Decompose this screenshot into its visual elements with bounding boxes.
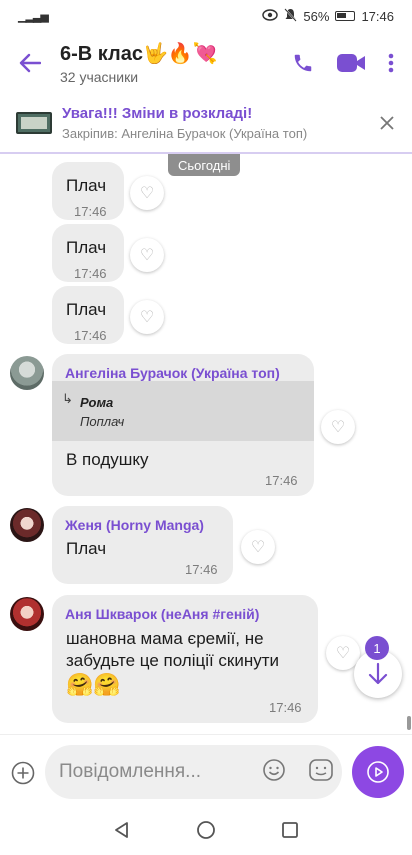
pinned-title: Увага!!! Зміни в розкладі! xyxy=(62,105,253,122)
video-call-button[interactable] xyxy=(336,52,366,74)
composer-bar xyxy=(0,734,412,810)
heart-icon: ♡ xyxy=(139,247,155,264)
avatar[interactable] xyxy=(10,356,44,390)
phone-call-button[interactable] xyxy=(292,52,314,74)
message-time: 17:46 xyxy=(185,562,218,577)
unread-count-badge: 1 xyxy=(365,636,389,660)
sticker-icon xyxy=(309,758,333,781)
kebab-menu-icon xyxy=(388,53,394,73)
like-button[interactable]: ♡ xyxy=(130,238,164,272)
close-pinned-button[interactable] xyxy=(362,110,412,136)
avatar[interactable] xyxy=(10,508,44,542)
message-emoji: 🤗🤗 xyxy=(66,672,121,697)
status-bar: ▁▂▃▅ 56% 17:46 xyxy=(0,0,412,32)
sticker-button[interactable] xyxy=(308,758,334,787)
phone-icon xyxy=(294,54,312,72)
mute-bell-icon xyxy=(284,7,298,25)
like-button[interactable]: ♡ xyxy=(130,300,164,334)
nav-back-button[interactable] xyxy=(113,821,131,844)
message-list[interactable]: Плач 17:46 ♡ Плач 17:46 ♡ Плач 17:46 ♡ А… xyxy=(0,154,412,734)
chat-header: 6-В клас🤟🔥💘 32 учасники xyxy=(0,32,412,94)
date-separator: Сьогодні xyxy=(168,154,241,176)
reply-arrow-icon: ↳ xyxy=(62,391,73,406)
message-time: 17:46 xyxy=(74,204,107,219)
heart-icon: ♡ xyxy=(335,645,351,662)
heart-icon: ♡ xyxy=(250,539,266,556)
circle-home-icon xyxy=(197,821,215,839)
quote-author: Рома xyxy=(80,395,114,410)
message-input[interactable] xyxy=(59,761,239,783)
scrollbar[interactable] xyxy=(407,716,411,730)
like-button[interactable]: ♡ xyxy=(130,176,164,210)
close-icon xyxy=(380,116,394,130)
message-text: Плач xyxy=(66,176,107,195)
message-text: В подушку xyxy=(66,450,149,469)
emoji-button[interactable] xyxy=(262,758,286,787)
message-text: шановна мама єремії, не забудьте це полі… xyxy=(66,629,280,670)
member-count: 32 учасники xyxy=(60,69,139,85)
arrow-left-icon xyxy=(19,53,41,73)
quoted-message[interactable]: ↳ Рома Поплач xyxy=(52,381,314,441)
more-options-button[interactable] xyxy=(388,53,394,73)
message-bubble[interactable]: Плач 17:46 xyxy=(52,162,124,220)
message-time: 17:46 xyxy=(265,473,298,488)
message-bubble[interactable]: Плач 17:46 xyxy=(52,224,124,282)
attach-button[interactable] xyxy=(0,761,46,785)
sender-name[interactable]: Аня Шкварок (неАня #геній) xyxy=(65,606,259,622)
clock: 17:46 xyxy=(361,8,394,24)
heart-icon: ♡ xyxy=(139,185,155,202)
chat-title: 6-В клас🤟🔥💘 xyxy=(60,43,218,65)
eye-icon xyxy=(262,8,279,24)
smiley-icon xyxy=(263,758,285,781)
message-bubble[interactable]: Ангеліна Бурачок (Україна топ) ↳ Рома По… xyxy=(52,354,314,496)
triangle-back-icon xyxy=(114,822,128,838)
message-bubble[interactable]: Женя (Horny Manga) Плач 17:46 xyxy=(52,506,233,584)
nav-home-button[interactable] xyxy=(196,820,216,845)
back-button[interactable] xyxy=(0,32,60,94)
message-bubble[interactable]: Аня Шкварок (неАня #геній) шановна мама … xyxy=(52,595,318,723)
sender-name[interactable]: Ангеліна Бурачок (Україна топ) xyxy=(65,365,280,381)
pinned-subtitle: Закріпив: Ангеліна Бурачок (Україна топ) xyxy=(62,126,308,141)
like-button[interactable]: ♡ xyxy=(241,530,275,564)
message-time: 17:46 xyxy=(74,328,107,343)
like-button[interactable]: ♡ xyxy=(321,410,355,444)
pinned-message-bar[interactable]: Увага!!! Зміни в розкладі! Закріпив: Анг… xyxy=(0,94,412,154)
chat-title-block[interactable]: 6-В клас🤟🔥💘 32 учасники xyxy=(60,41,292,85)
message-text: Плач xyxy=(66,238,107,257)
pinned-thumbnail xyxy=(16,112,52,134)
message-text: Плач xyxy=(66,539,107,558)
voice-video-send-button[interactable] xyxy=(352,746,404,798)
heart-icon: ♡ xyxy=(139,309,155,326)
system-nav-bar xyxy=(0,810,412,855)
avatar[interactable] xyxy=(10,597,44,631)
message-input-container[interactable] xyxy=(45,745,342,799)
message-time: 17:46 xyxy=(74,266,107,281)
sender-name[interactable]: Женя (Horny Manga) xyxy=(65,517,204,533)
signal-icon: ▁▂▃▅ xyxy=(18,10,49,23)
message-bubble[interactable]: Плач 17:46 xyxy=(52,286,124,344)
message-text: Плач xyxy=(66,300,107,319)
square-recents-icon xyxy=(282,822,299,838)
quote-text: Поплач xyxy=(80,414,125,429)
plus-circle-icon xyxy=(11,761,35,784)
video-camera-icon xyxy=(337,54,365,72)
heart-icon: ♡ xyxy=(330,419,346,436)
nav-recents-button[interactable] xyxy=(281,821,299,844)
battery-percent: 56% xyxy=(303,8,330,24)
message-time: 17:46 xyxy=(269,700,302,715)
arrow-down-icon xyxy=(368,662,388,685)
play-circle-icon xyxy=(367,761,389,783)
battery-icon xyxy=(335,11,356,21)
